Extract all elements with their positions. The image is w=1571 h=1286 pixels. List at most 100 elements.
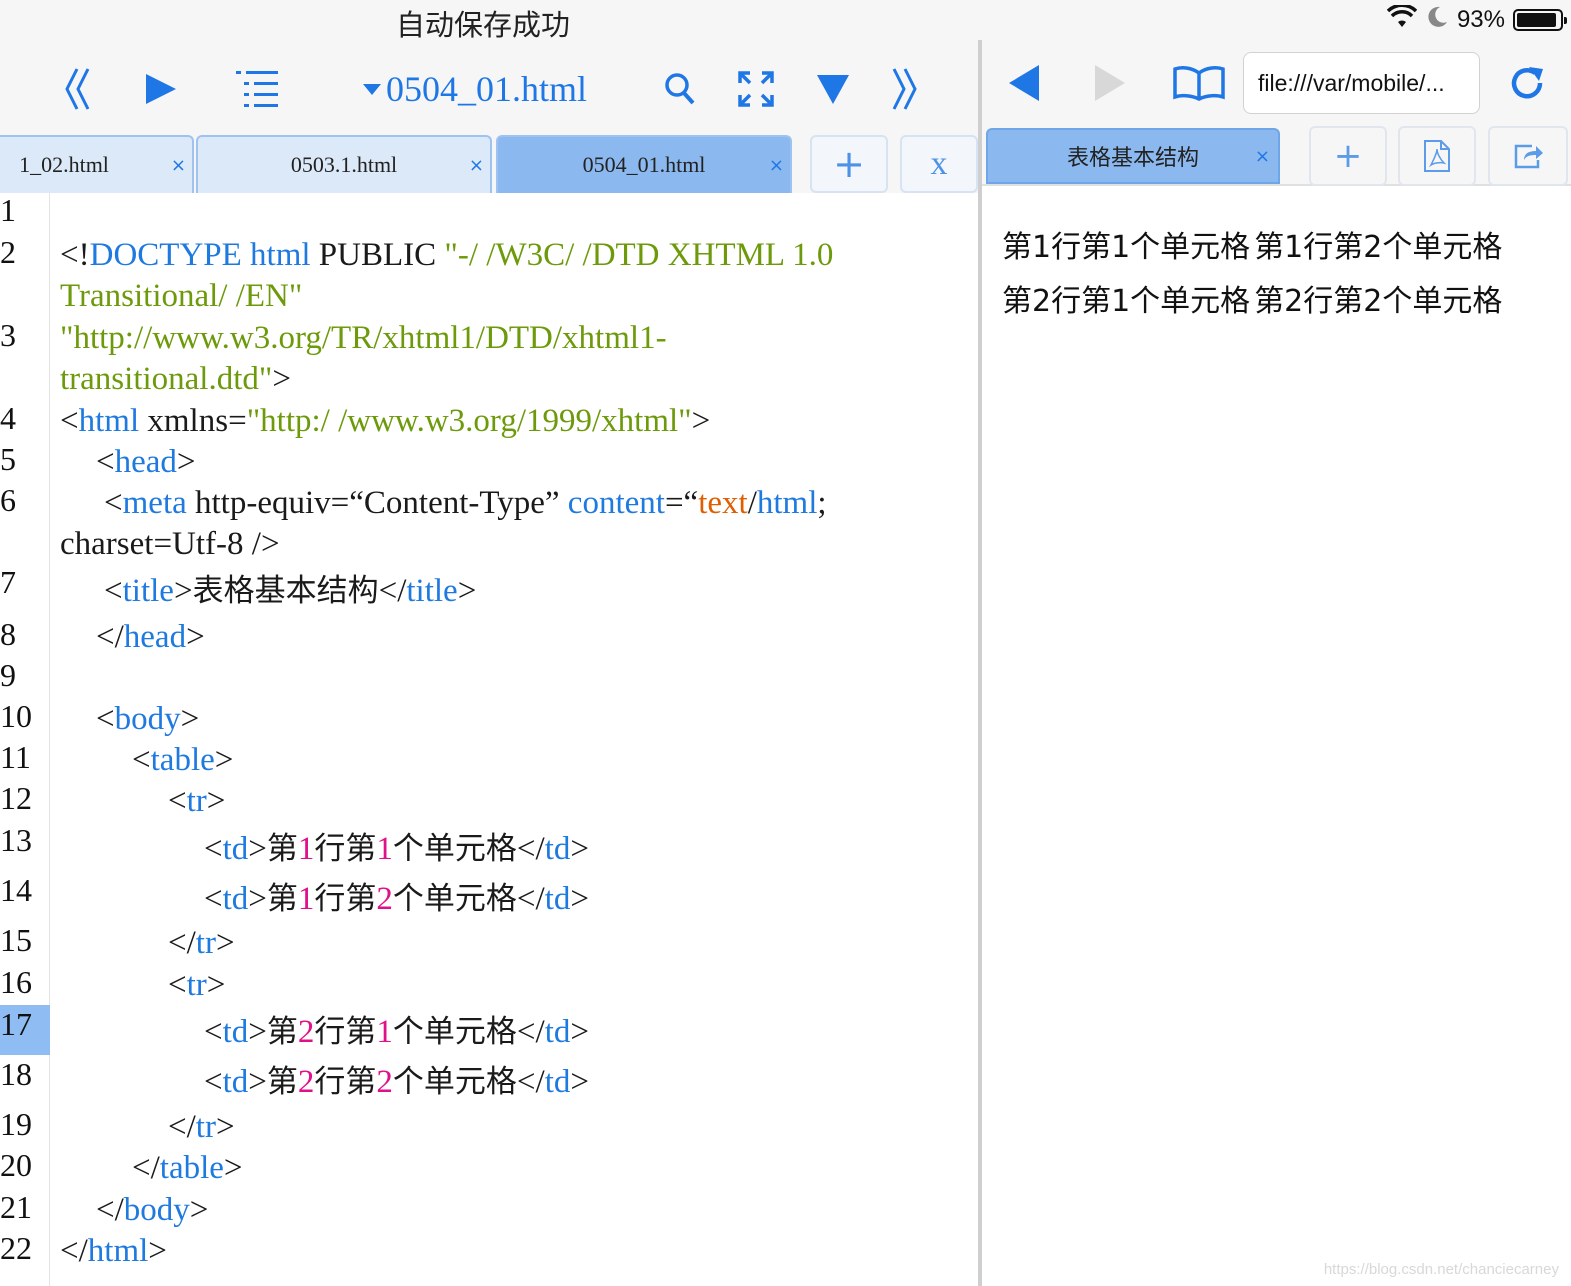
rendered-table: 第1行第1个单元格 第1行第2个单元格 第2行第1个单元格 第2行第2个单元格 — [998, 212, 1506, 330]
editor-tab-label: 1_02.html — [19, 152, 109, 177]
line-number: 1 — [0, 192, 16, 228]
editor-toolbar: 0504_01.html — [0, 40, 978, 132]
preview-tab-label: 表格基本结构 — [1066, 146, 1199, 171]
line-number: 12 — [0, 780, 32, 816]
editor-tab-label: 0503.1.html — [290, 152, 398, 177]
line-number: 20 — [0, 1147, 32, 1183]
code-editor[interactable]: 1 2 3 4 5 6 7 8 9 10 11 12 13 14 15 16 17 18 19 20 21 22 <!DO… — [0, 193, 978, 1286]
line-number: 4 — [0, 400, 16, 436]
line-number: 6 — [0, 482, 16, 518]
double-right-chevron-icon[interactable] — [884, 64, 924, 114]
code-line-22: </html> — [60, 1233, 167, 1269]
close-icon[interactable]: × — [1255, 146, 1270, 167]
editor-tab-bar: 1_02.html × 0503.1.html × 0504_01.html ×… — [0, 135, 978, 193]
code-line-6: <meta http-equiv=“Content-Type” content=… — [104, 485, 827, 521]
line-number: 13 — [0, 822, 32, 858]
line-number: 18 — [0, 1056, 32, 1092]
table-cell: 第2行第2个单元格 — [1254, 284, 1503, 319]
battery-icon — [1513, 9, 1567, 31]
line-number: 9 — [0, 657, 16, 693]
code-line-15: </tr> — [168, 925, 235, 961]
forward-arrow-icon[interactable] — [1090, 58, 1130, 108]
outline-list-icon[interactable] — [232, 64, 282, 114]
code-line-12: <tr> — [168, 783, 226, 819]
code-line-10: <body> — [96, 701, 200, 737]
fullscreen-icon[interactable] — [735, 64, 777, 114]
line-number: 19 — [0, 1106, 32, 1142]
line-number: 16 — [0, 964, 32, 1000]
code-line-20: </table> — [132, 1150, 243, 1186]
preview-pane: file:///var/mobile/... 表格基本结构 × + 第1行第1个… — [982, 40, 1571, 1286]
code-line-7: <title>表格基本结构</title> — [104, 573, 477, 609]
save-status-message: 自动保存成功 — [396, 8, 571, 42]
code-line-19: </tr> — [168, 1109, 235, 1145]
code-line-16: <tr> — [168, 967, 226, 1003]
line-number: 5 — [0, 441, 16, 477]
moon-icon — [1425, 5, 1449, 36]
back-arrow-icon[interactable] — [1004, 58, 1044, 108]
editor-tab[interactable]: 0503.1.html × — [196, 135, 492, 193]
search-icon[interactable] — [660, 64, 700, 114]
code-line-5: <head> — [96, 444, 196, 480]
double-left-chevron-icon[interactable] — [58, 64, 98, 114]
code-line-3: "http://www.w3.org/TR/xhtml1/DTD/xhtml1- — [60, 320, 667, 356]
line-number: 3 — [0, 317, 16, 353]
code-line-6-wrap: charset=Utf-8 /> — [60, 526, 280, 562]
preview-tab-bar: 表格基本结构 × + — [982, 126, 1571, 186]
code-line-3-wrap: transitional.dtd"> — [60, 361, 291, 397]
line-number: 8 — [0, 616, 16, 652]
wifi-icon — [1386, 3, 1418, 36]
preview-tab-active[interactable]: 表格基本结构 × — [986, 128, 1280, 184]
code-line-2-wrap: Transitional/ /EN" — [60, 278, 303, 314]
battery-percent: 93% — [1456, 6, 1505, 33]
line-number: 2 — [0, 234, 16, 270]
code-line-14: <td>第1行第2个单元格</td> — [204, 881, 589, 917]
close-icon[interactable]: × — [171, 155, 186, 176]
watermark: https://blog.csdn.net/chanciecarney — [1323, 1261, 1559, 1278]
close-icon[interactable]: × — [769, 155, 784, 176]
play-icon[interactable] — [140, 64, 180, 114]
file-title-label: 0504_01.html — [386, 69, 588, 109]
close-icon[interactable]: × — [469, 155, 484, 176]
system-indicators: 93% — [1386, 3, 1567, 36]
line-number: 21 — [0, 1189, 32, 1225]
editor-pane: 0504_01.html 1_02.html × 0503.1.html × 0… — [0, 40, 978, 1286]
code-line-8: </head> — [96, 619, 205, 655]
pdf-icon[interactable] — [1398, 126, 1476, 186]
line-number: 7 — [0, 564, 16, 600]
add-preview-tab-button[interactable]: + — [1309, 126, 1387, 186]
line-number-gutter: 1 2 3 4 5 6 7 8 9 10 11 12 13 14 15 16 17 18 19 20 21 22 — [0, 193, 50, 1286]
share-icon[interactable] — [1488, 126, 1568, 186]
url-field[interactable]: file:///var/mobile/... — [1243, 52, 1480, 114]
table-cell: 第1行第2个单元格 — [1254, 230, 1503, 265]
bookmarks-book-icon[interactable] — [1172, 58, 1226, 108]
code-line-13: <td>第1行第1个单元格</td> — [204, 831, 589, 867]
add-tab-button[interactable]: + — [810, 135, 888, 193]
line-number: 15 — [0, 922, 32, 958]
code-line-21: </body> — [96, 1192, 209, 1228]
file-title-dropdown[interactable]: 0504_01.html — [362, 68, 587, 110]
editor-tab-label: 0504_01.html — [582, 152, 706, 177]
line-number: 14 — [0, 872, 32, 908]
code-line-4: <html xmlns="http:/ /www.w3.org/1999/xht… — [60, 403, 711, 439]
line-number-current: 17 — [0, 1005, 50, 1055]
down-triangle-icon[interactable] — [813, 64, 853, 114]
table-cell: 第1行第1个单元格 — [1002, 230, 1251, 265]
close-all-tabs-button[interactable]: x — [900, 135, 978, 193]
line-number: 11 — [0, 739, 31, 775]
line-number: 22 — [0, 1230, 32, 1266]
battery-fill — [1517, 13, 1556, 27]
table-row: 第2行第1个单元格 第2行第2个单元格 — [1002, 276, 1502, 320]
dropdown-triangle-icon — [363, 84, 381, 95]
code-line-11: <table> — [132, 742, 234, 778]
code-line-2: <!DOCTYPE html PUBLIC "-/ /W3C/ /DTD XHT… — [60, 237, 834, 273]
status-bar: 自动保存成功 93% — [0, 0, 1571, 42]
code-line-17: <td>第2行第1个单元格</td> — [204, 1014, 589, 1050]
code-line-18: <td>第2行第2个单元格</td> — [204, 1064, 589, 1100]
reload-icon[interactable] — [1504, 58, 1550, 108]
line-number: 10 — [0, 698, 32, 734]
preview-toolbar: file:///var/mobile/... — [982, 40, 1571, 126]
table-cell: 第2行第1个单元格 — [1002, 284, 1251, 319]
editor-tab-active[interactable]: 0504_01.html × — [496, 135, 792, 193]
editor-tab[interactable]: 1_02.html × — [0, 135, 194, 193]
